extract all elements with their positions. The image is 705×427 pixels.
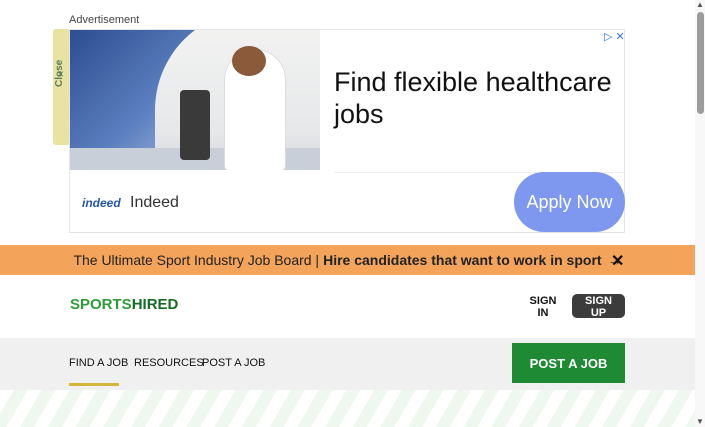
ad-image[interactable]	[70, 30, 320, 170]
nav-item-post-a-job[interactable]: POST A JOB	[202, 357, 265, 369]
ad-headline[interactable]: Find flexible healthcare jobs	[334, 66, 614, 130]
ad-brand-name: Indeed	[130, 194, 179, 211]
ad-label: Advertisement	[69, 14, 140, 26]
adchoices-icon[interactable]: ▷ ✕	[604, 30, 625, 43]
logo-hired: HIRED	[131, 296, 179, 313]
sign-in-button[interactable]: SIGN IN	[520, 294, 566, 319]
logo-sports: SPORTS	[70, 296, 132, 313]
nav-active-underline	[69, 383, 119, 386]
nav-item-find-a-job[interactable]: FIND A JOB	[69, 357, 128, 369]
indeed-logo: indeed	[82, 196, 121, 210]
banner-link[interactable]: Hire candidates that want to work in spo…	[323, 252, 601, 268]
banner-text: The Ultimate Sport Industry Job Board |	[73, 252, 320, 268]
post-a-job-button[interactable]: POST A JOB	[512, 343, 625, 383]
scroll-up-icon[interactable]: ▲	[696, 0, 704, 9]
ad-close-tab[interactable]: × Close	[53, 29, 70, 145]
scrollbar-thumb[interactable]	[697, 12, 704, 114]
scroll-down-icon[interactable]: ▼	[696, 417, 704, 426]
apply-now-button[interactable]: Apply Now	[514, 172, 625, 232]
promo-banner[interactable]: The Ultimate Sport Industry Job Board | …	[0, 245, 695, 275]
nav-item-resources[interactable]: RESOURCES	[134, 357, 204, 369]
sign-up-button[interactable]: SIGN UP	[572, 294, 625, 319]
banner-close-icon[interactable]: ✕	[611, 251, 624, 271]
hero-background	[0, 390, 695, 427]
ad-close-label[interactable]: Close	[54, 47, 68, 87]
site-logo[interactable]: SPORTSHIRED	[70, 296, 178, 313]
